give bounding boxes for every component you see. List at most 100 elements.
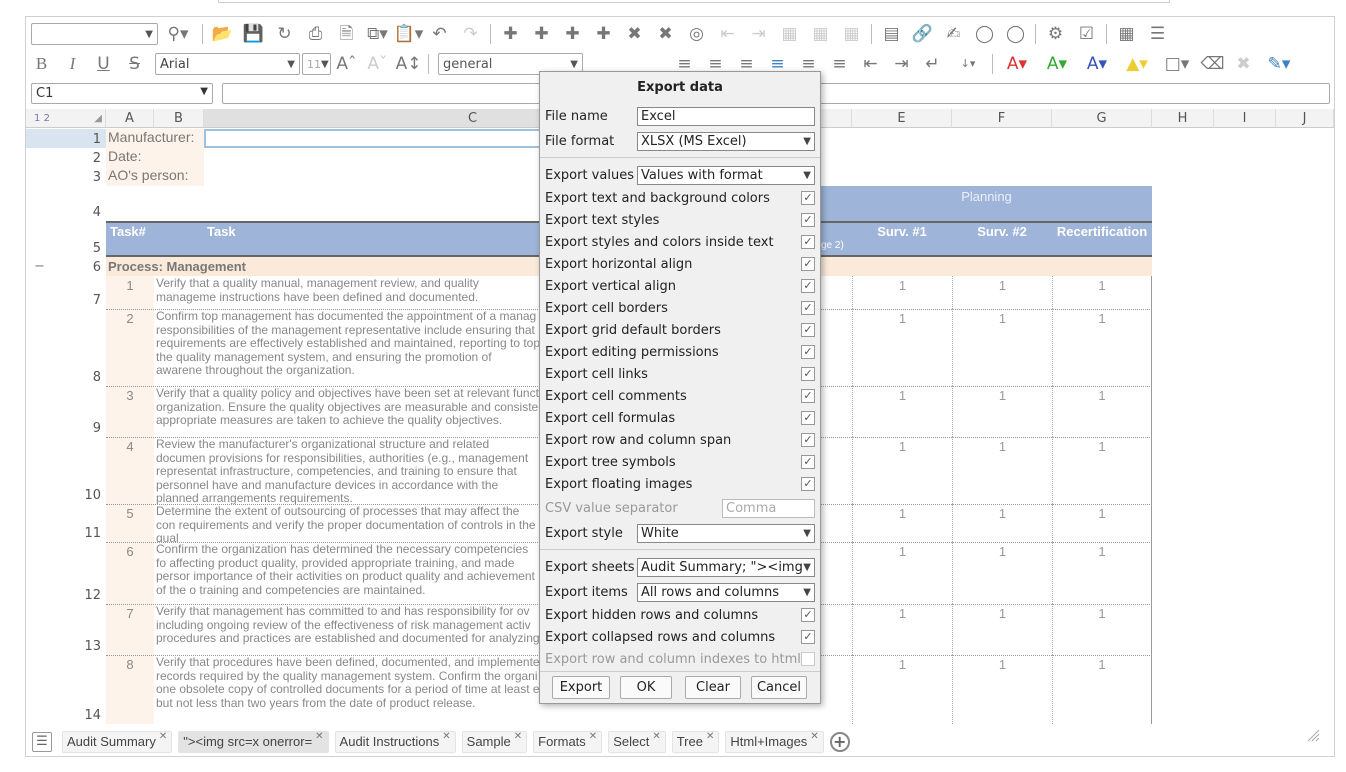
- insert-row-below-icon[interactable]: ✚: [526, 23, 557, 45]
- row-header[interactable]: 10: [26, 437, 106, 504]
- link-icon[interactable]: 🔗: [907, 23, 938, 45]
- close-icon[interactable]: ✕: [589, 727, 597, 747]
- row-header[interactable]: 2: [26, 148, 106, 167]
- ok-button[interactable]: OK: [620, 676, 672, 699]
- option-checkbox[interactable]: ✓: [801, 323, 815, 337]
- fill-color-icon[interactable]: ▲▾: [1117, 53, 1157, 75]
- option-checkbox[interactable]: ✓: [801, 345, 815, 359]
- redo-icon[interactable]: ↷: [455, 23, 486, 45]
- option-row[interactable]: Export cell links ✓: [545, 363, 815, 385]
- sheet-tab[interactable]: Html+Images ✕: [725, 731, 824, 753]
- export-items-select[interactable]: All rows and columns ▼: [637, 582, 815, 602]
- row-header[interactable]: 5: [26, 221, 106, 257]
- strikethrough-icon[interactable]: S: [119, 53, 150, 75]
- selected-cell-c1[interactable]: [204, 129, 544, 148]
- undo-icon[interactable]: ↶: [424, 23, 455, 45]
- export-button[interactable]: Export: [552, 676, 610, 699]
- option-row[interactable]: Export cell comments ✓: [545, 385, 815, 407]
- option-row[interactable]: Export text styles ✓: [545, 209, 815, 231]
- col-header-f[interactable]: F: [952, 109, 1052, 128]
- sheet-tab[interactable]: Select ✕: [608, 731, 666, 753]
- outdent-icon[interactable]: ⇤: [712, 23, 743, 45]
- option-checkbox[interactable]: ✓: [801, 257, 815, 271]
- file-name-input[interactable]: Excel: [637, 106, 815, 126]
- delete-row-icon[interactable]: ✖: [619, 23, 650, 45]
- row-header[interactable]: 4: [26, 186, 106, 221]
- font-size-select[interactable]: 11 ▼: [302, 53, 331, 75]
- option-row[interactable]: Export cell borders ✓: [545, 297, 815, 319]
- col-header-g[interactable]: G: [1052, 109, 1152, 128]
- option-checkbox[interactable]: ✓: [801, 608, 815, 622]
- col-header-b[interactable]: B: [154, 109, 204, 128]
- close-icon[interactable]: ✕: [706, 727, 714, 747]
- close-icon[interactable]: ✕: [514, 727, 522, 747]
- decrease-indent-icon[interactable]: ⇤: [855, 53, 886, 75]
- close-icon[interactable]: ✕: [315, 727, 323, 747]
- pen-icon[interactable]: ✎▾: [1259, 53, 1299, 75]
- split-cells-icon[interactable]: ▦: [805, 23, 836, 45]
- option-checkbox[interactable]: ✓: [801, 235, 815, 249]
- insert-column-after-icon[interactable]: ✚: [588, 23, 619, 45]
- col-header-h[interactable]: H: [1152, 109, 1214, 128]
- option-checkbox[interactable]: ✓: [801, 411, 815, 425]
- option-checkbox[interactable]: ✓: [801, 279, 815, 293]
- save-icon[interactable]: 💾: [238, 23, 269, 45]
- export-sheets-select[interactable]: Audit Summary; "><img ▼: [637, 557, 815, 577]
- grid-icon[interactable]: ▦: [1111, 23, 1142, 45]
- row-header[interactable]: 3: [26, 167, 106, 186]
- export-xls-icon[interactable]: 🗎: [331, 23, 362, 45]
- row-header[interactable]: 13: [26, 604, 106, 655]
- option-checkbox[interactable]: ✓: [801, 477, 815, 491]
- option-checkbox[interactable]: ✓: [801, 213, 815, 227]
- option-row[interactable]: Export collapsed rows and columns ✓: [545, 626, 815, 648]
- option-checkbox[interactable]: ✓: [801, 455, 815, 469]
- cancel-button[interactable]: Cancel: [751, 676, 807, 699]
- highlight-color-icon[interactable]: A▾: [1037, 53, 1077, 75]
- search-icon[interactable]: ⚲▾: [158, 23, 198, 45]
- tag-icon[interactable]: ◯: [969, 23, 1000, 45]
- sheet-menu-icon[interactable]: ☰: [32, 732, 52, 752]
- row-header[interactable]: 14: [26, 655, 106, 724]
- option-row[interactable]: Export tree symbols ✓: [545, 451, 815, 473]
- valign-bottom-icon[interactable]: ≡: [824, 53, 855, 75]
- close-icon[interactable]: ✕: [159, 727, 167, 747]
- print-icon[interactable]: ⎙: [300, 23, 331, 45]
- sheet-tab[interactable]: Audit Instructions ✕: [334, 731, 456, 753]
- col-header-j[interactable]: J: [1276, 109, 1334, 128]
- option-row[interactable]: Export floating images ✓: [545, 473, 815, 495]
- col-header-i[interactable]: I: [1214, 109, 1276, 128]
- option-row[interactable]: Export text and background colors ✓: [545, 187, 815, 209]
- open-file-icon[interactable]: 📂: [207, 23, 238, 45]
- copy-icon[interactable]: ⧉▾: [362, 23, 393, 45]
- row-header[interactable]: 9: [26, 386, 106, 437]
- sheet-tab[interactable]: Sample ✕: [461, 731, 528, 753]
- refresh-icon[interactable]: ↻: [269, 23, 300, 45]
- style-select[interactable]: ▼: [31, 23, 158, 45]
- collapse-icon[interactable]: −: [34, 259, 45, 274]
- option-row[interactable]: Export hidden rows and columns ✓: [545, 604, 815, 626]
- outline-level-2[interactable]: 2: [44, 113, 50, 124]
- option-row[interactable]: Export horizontal align ✓: [545, 253, 815, 275]
- option-checkbox[interactable]: ✓: [801, 389, 815, 403]
- text-style-icon[interactable]: A▾: [1077, 53, 1117, 75]
- option-checkbox[interactable]: ✓: [801, 191, 815, 205]
- row-header[interactable]: 1: [26, 129, 106, 148]
- row-header[interactable]: −6: [26, 257, 106, 276]
- col-header-a[interactable]: A: [106, 109, 154, 128]
- italic-icon[interactable]: I: [57, 53, 88, 75]
- merge-cells-icon[interactable]: ▦: [774, 23, 805, 45]
- option-row[interactable]: Export grid default borders ✓: [545, 319, 815, 341]
- insert-column-icon[interactable]: ✚: [557, 23, 588, 45]
- wrap-text-icon[interactable]: ↵: [917, 53, 948, 75]
- option-row[interactable]: Export editing permissions ✓: [545, 341, 815, 363]
- select-all-icon[interactable]: ◢: [94, 109, 105, 128]
- borders-icon[interactable]: □▾: [1157, 53, 1197, 75]
- close-icon[interactable]: ✕: [652, 727, 660, 747]
- option-row[interactable]: Export vertical align ✓: [545, 275, 815, 297]
- option-row[interactable]: Export cell formulas ✓: [545, 407, 815, 429]
- increase-indent-icon[interactable]: ⇥: [886, 53, 917, 75]
- align-columns-icon[interactable]: ☰: [1142, 23, 1173, 45]
- sheet-tab[interactable]: Audit Summary ✕: [62, 731, 173, 753]
- text-color-icon[interactable]: A▾: [997, 53, 1037, 75]
- add-sheet-icon[interactable]: +: [829, 732, 850, 752]
